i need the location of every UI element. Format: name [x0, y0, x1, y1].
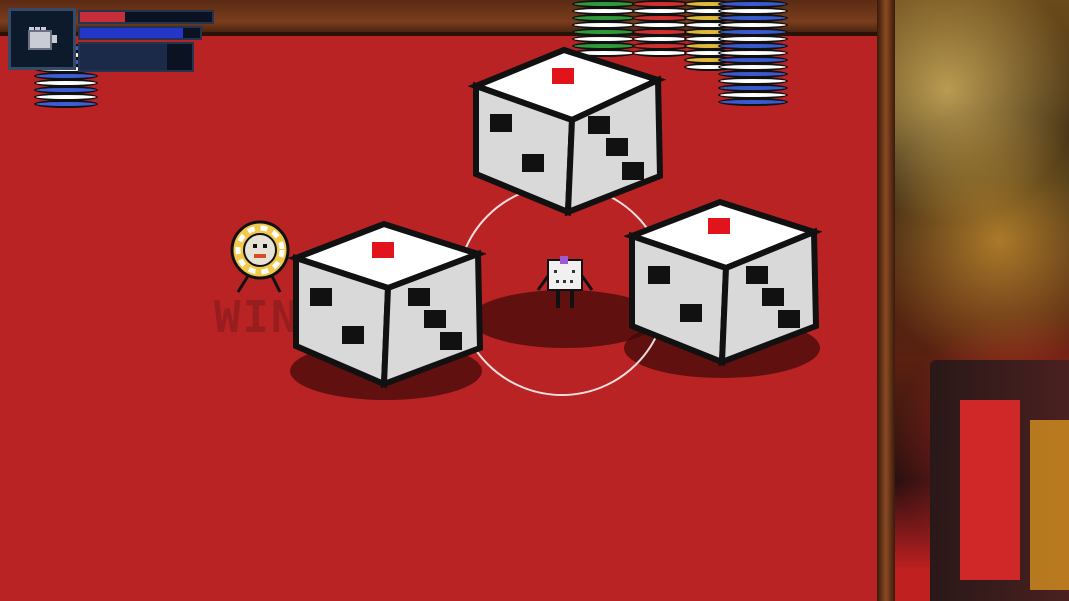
slot-machine-light	[1030, 420, 1069, 590]
die-right[interactable]	[624, 196, 822, 366]
ability-slot[interactable]	[8, 8, 76, 70]
table-rail-right	[877, 0, 895, 601]
stamina-bar	[78, 42, 194, 72]
fist-icon	[28, 27, 57, 50]
chip	[718, 98, 788, 106]
health-bar	[78, 10, 214, 24]
mana-bar	[78, 26, 202, 40]
game-viewport[interactable]: WIN! 4	[0, 0, 1069, 601]
chip	[34, 100, 98, 108]
die-pip-top	[552, 68, 574, 84]
player-hud	[8, 8, 214, 74]
chip-stack-blue-2	[718, 0, 788, 106]
slot-machine-screen	[960, 400, 1020, 580]
dice-cube-player[interactable]	[536, 254, 594, 314]
poker-chip-enemy[interactable]	[224, 220, 296, 300]
die-top[interactable]	[468, 44, 666, 216]
die-left[interactable]	[288, 218, 486, 388]
